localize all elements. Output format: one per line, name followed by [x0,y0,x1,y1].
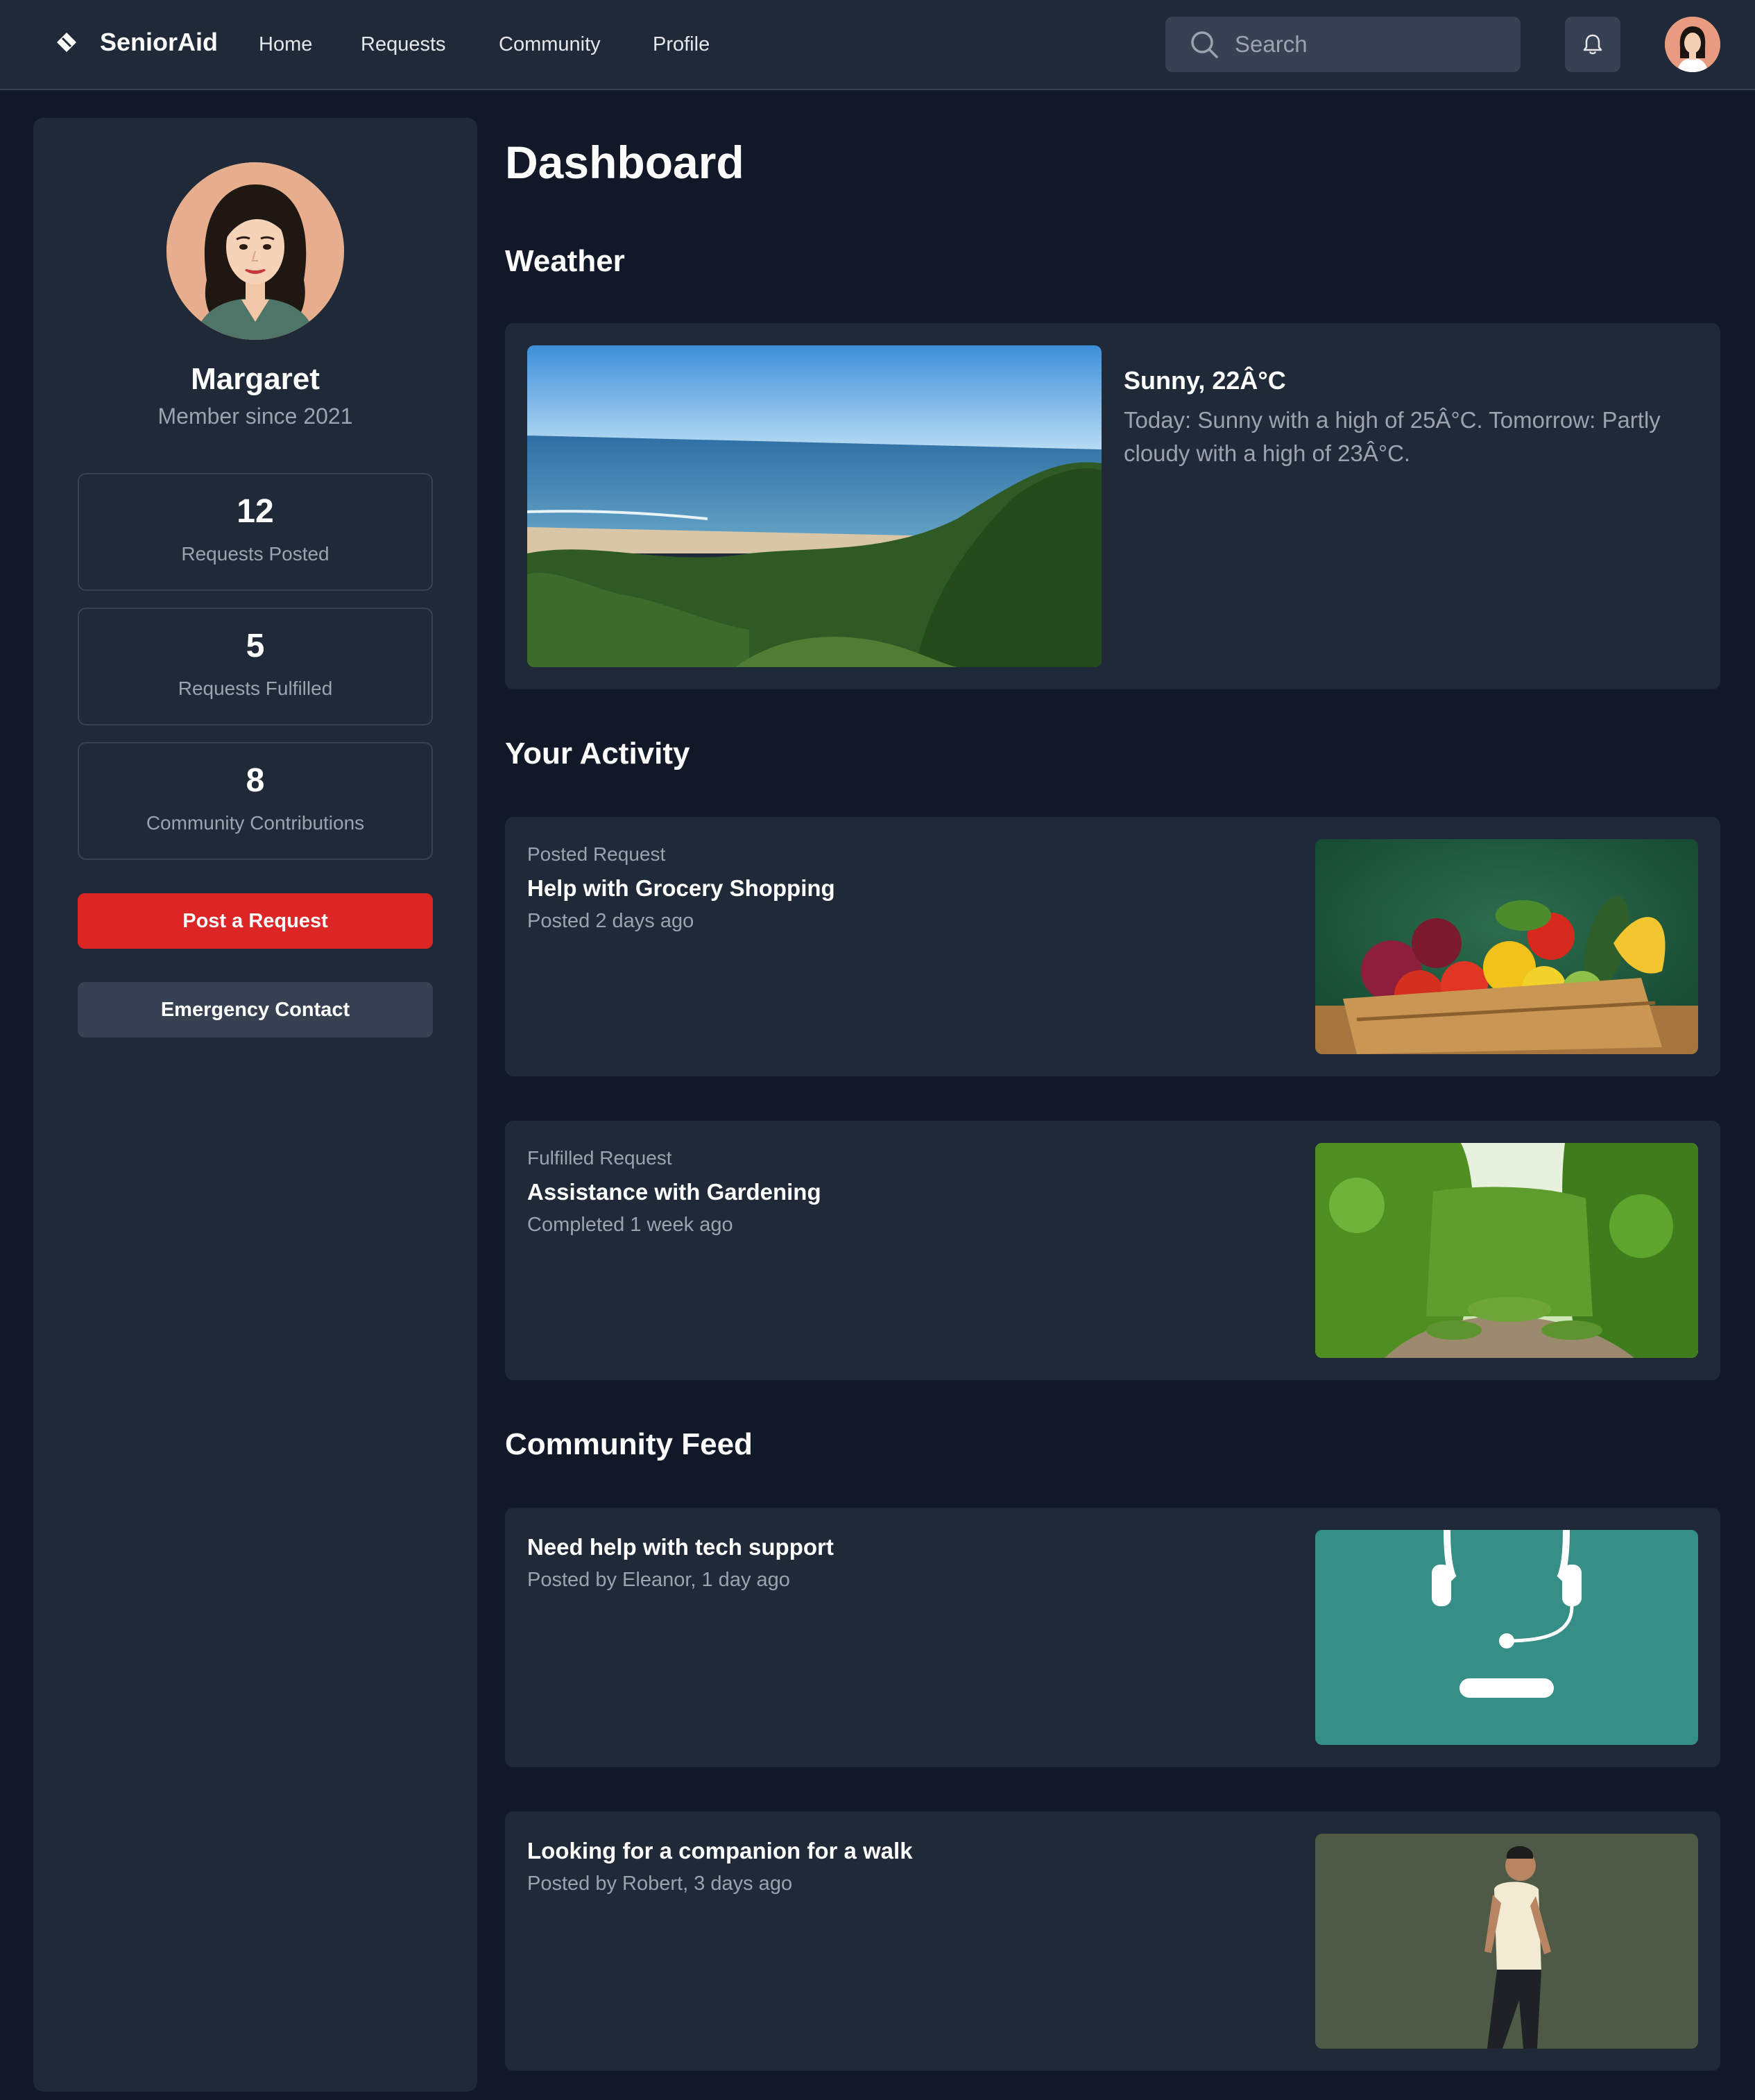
walking-man-illustration [1315,1834,1698,2049]
emergency-contact-button[interactable]: Emergency Contact [78,982,433,1038]
weather-image [527,345,1102,667]
stat-value: 8 [246,762,265,799]
diamond-logo-icon [57,33,76,52]
search-input[interactable] [1235,31,1498,58]
stat-label: Community Contributions [146,812,365,834]
member-since: Member since 2021 [157,404,353,429]
notifications-button[interactable] [1565,17,1620,72]
stat-value: 12 [237,493,274,530]
vegetable-crate-image [1315,839,1698,1054]
nav-item-community[interactable]: Community [499,33,601,56]
activity-image [1315,839,1698,1054]
post-request-button[interactable]: Post a Request [78,893,433,949]
activity-title: Help with Grocery Shopping [527,875,835,901]
profile-sidebar: Margaret Member since 2021 12 Requests P… [33,118,477,2092]
activity-image [1315,1143,1698,1358]
nav-item-profile[interactable]: Profile [653,33,710,56]
stat-label: Requests Posted [181,543,329,565]
weather-card: Sunny, 22Â°C Today: Sunny with a high of… [505,323,1720,689]
profile-name: Margaret [191,362,320,396]
activity-section-title: Your Activity [505,737,690,771]
search-box[interactable] [1165,17,1521,72]
profile-portrait-image [166,162,344,340]
activity-meta: Completed 1 week ago [527,1214,733,1236]
brand-name: SeniorAid [100,28,219,56]
post-image [1315,1530,1698,1745]
nav-item-home[interactable]: Home [259,33,312,56]
nav-item-requests[interactable]: Requests [361,33,446,56]
user-avatar-button[interactable] [1665,17,1720,72]
activity-meta: Posted 2 days ago [527,910,694,932]
activity-card-gardening[interactable]: Fulfilled Request Assistance with Garden… [505,1121,1720,1380]
search-icon [1191,31,1218,58]
activity-title: Assistance with Gardening [527,1179,821,1205]
headset-illustration [1315,1530,1698,1745]
community-post-tech-support[interactable]: Need help with tech support Posted by El… [505,1508,1720,1767]
profile-avatar [166,162,344,340]
stat-label: Requests Fulfilled [178,678,333,699]
avatar [1665,17,1720,72]
bell-icon [1583,34,1602,55]
weather-description: Today: Sunny with a high of 25Â°C. Tomor… [1124,407,1661,466]
post-image [1315,1834,1698,2049]
activity-card-grocery[interactable]: Posted Request Help with Grocery Shoppin… [505,817,1720,1076]
post-title: Looking for a companion for a walk [527,1838,913,1864]
post-title: Need help with tech support [527,1534,834,1560]
stat-card-community-contributions: 8 Community Contributions [78,742,433,860]
brand-logo[interactable]: SeniorAid [53,28,218,57]
top-navigation-bar: SeniorAid Home Requests Community Profil… [0,0,1755,90]
post-meta: Posted by Eleanor, 1 day ago [527,1569,790,1591]
post-meta: Posted by Robert, 3 days ago [527,1873,793,1895]
weather-section-title: Weather [505,244,625,278]
stat-card-requests-posted: 12 Requests Posted [78,473,433,591]
weather-headline: Sunny, 22Â°C [1124,366,1286,395]
community-post-walk-companion[interactable]: Looking for a companion for a walk Poste… [505,1811,1720,2071]
garden-image [1315,1143,1698,1358]
page-title: Dashboard [505,137,744,188]
community-section-title: Community Feed [505,1427,753,1461]
activity-type: Posted Request [527,843,666,865]
beach-landscape-image [527,345,1102,667]
stat-value: 5 [246,628,265,664]
activity-type: Fulfilled Request [527,1147,672,1169]
stat-card-requests-fulfilled: 5 Requests Fulfilled [78,608,433,725]
